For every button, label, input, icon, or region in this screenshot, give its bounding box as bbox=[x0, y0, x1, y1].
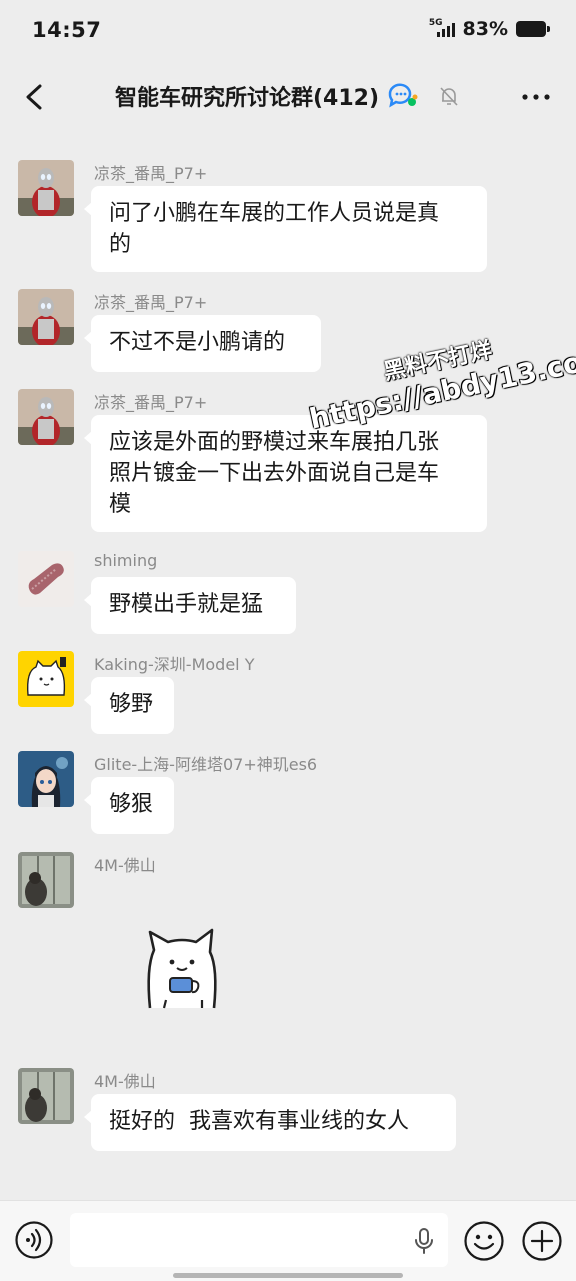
message-item: shiming 野模出手就是猛 bbox=[18, 551, 558, 635]
message-text: 野模出手就是猛 bbox=[109, 592, 264, 617]
message-list[interactable]: 凉茶_番禺_P7+ 问了小鹏在车展的工作人员说是真 的 凉茶_番禺_P7+ 不过… bbox=[0, 130, 576, 1200]
chat-title-bar: 智能车研究所讨论群(412) bbox=[0, 80, 576, 112]
voice-icon bbox=[15, 1221, 53, 1259]
ultraman-avatar[interactable] bbox=[18, 289, 74, 345]
emoji-button[interactable] bbox=[463, 1220, 505, 1262]
sender-name: 凉茶_番禺_P7+ bbox=[94, 293, 208, 312]
sock-avatar[interactable] bbox=[18, 551, 74, 607]
input-bar bbox=[0, 1200, 576, 1281]
sender-name: shiming bbox=[94, 551, 158, 570]
voice-toggle-button[interactable] bbox=[14, 1220, 54, 1260]
message-item: Kaking-深圳-Model Y 够野 bbox=[18, 651, 558, 735]
more-dots-icon bbox=[522, 94, 550, 100]
more-button[interactable] bbox=[520, 84, 552, 110]
window-photo-avatar[interactable] bbox=[18, 852, 74, 908]
home-indicator[interactable] bbox=[173, 1273, 403, 1278]
message-bubble[interactable]: 问了小鹏在车展的工作人员说是真 的 bbox=[84, 186, 487, 272]
message-text: 够野 bbox=[109, 692, 154, 717]
chat-header: 智能车研究所讨论群(412) bbox=[0, 64, 576, 130]
message-bubble[interactable]: 够野 bbox=[84, 677, 174, 734]
more-functions-button[interactable] bbox=[521, 1220, 563, 1262]
ultraman-avatar[interactable] bbox=[18, 389, 74, 445]
cat-with-mug-sticker[interactable] bbox=[136, 924, 242, 1012]
status-bar: 14:57 5G 83% bbox=[0, 0, 576, 64]
message-bubble[interactable]: 挺好的 我喜欢有事业线的女人 bbox=[84, 1094, 456, 1151]
status-indicators: 5G 83% bbox=[428, 17, 550, 40]
sender-name: 凉茶_番禺_P7+ bbox=[94, 393, 208, 412]
window-photo-avatar[interactable] bbox=[18, 1068, 74, 1124]
anime-girl-avatar[interactable] bbox=[18, 751, 74, 807]
plus-circle-icon bbox=[522, 1221, 562, 1261]
mic-button[interactable] bbox=[410, 1227, 438, 1255]
sender-name: 4M-佛山 bbox=[94, 1072, 156, 1091]
message-item: 4M-佛山 挺好的 我喜欢有事业线的女人 bbox=[18, 1068, 558, 1152]
cat-cartoon-avatar[interactable] bbox=[18, 651, 74, 707]
message-text: 够狠 bbox=[109, 792, 154, 817]
network-type: 5G bbox=[428, 17, 443, 28]
message-bubble[interactable]: 野模出手就是猛 bbox=[84, 577, 296, 634]
message-text: 问了小鹏在车展的工作人员说是真 的 bbox=[109, 201, 440, 257]
chat-title: 智能车研究所讨论群(412) bbox=[114, 86, 380, 111]
battery-percent: 83% bbox=[462, 18, 508, 40]
message-item: 凉茶_番禺_P7+ 问了小鹏在车展的工作人员说是真 的 bbox=[18, 160, 558, 272]
status-time: 14:57 bbox=[32, 18, 102, 42]
message-bubble[interactable]: 够狠 bbox=[84, 777, 174, 834]
sender-name: Kaking-深圳-Model Y bbox=[94, 655, 255, 674]
message-item: 凉茶_番禺_P7+ 不过不是小鹏请的 bbox=[18, 289, 558, 373]
ultraman-avatar[interactable] bbox=[18, 160, 74, 216]
sender-name: 凉茶_番禺_P7+ bbox=[94, 164, 208, 183]
sender-name: Glite-上海-阿维塔07+神玑es6 bbox=[94, 755, 318, 774]
message-bubble[interactable]: 不过不是小鹏请的 bbox=[84, 315, 321, 372]
message-input[interactable] bbox=[70, 1213, 448, 1267]
message-item: 4M-佛山 bbox=[18, 852, 558, 1022]
chat-bubbles-icon bbox=[388, 83, 418, 108]
emoji-icon bbox=[464, 1221, 504, 1261]
message-item: 凉茶_番禺_P7+ 应该是外面的野模过来车展拍几张 照片镀金一下出去外面说自己是… bbox=[18, 389, 558, 533]
message-text: 不过不是小鹏请的 bbox=[109, 330, 286, 355]
mic-icon bbox=[415, 1228, 433, 1254]
message-text: 挺好的 我喜欢有事业线的女人 bbox=[109, 1109, 409, 1134]
sender-name: 4M-佛山 bbox=[94, 856, 156, 875]
message-item: Glite-上海-阿维塔07+神玑es6 够狠 bbox=[18, 751, 558, 835]
bell-off-icon bbox=[440, 87, 458, 106]
battery-icon bbox=[516, 21, 550, 37]
message-bubble[interactable]: 应该是外面的野模过来车展拍几张 照片镀金一下出去外面说自己是车 模 bbox=[84, 415, 487, 532]
message-text: 应该是外面的野模过来车展拍几张 照片镀金一下出去外面说自己是车 模 bbox=[109, 430, 440, 517]
